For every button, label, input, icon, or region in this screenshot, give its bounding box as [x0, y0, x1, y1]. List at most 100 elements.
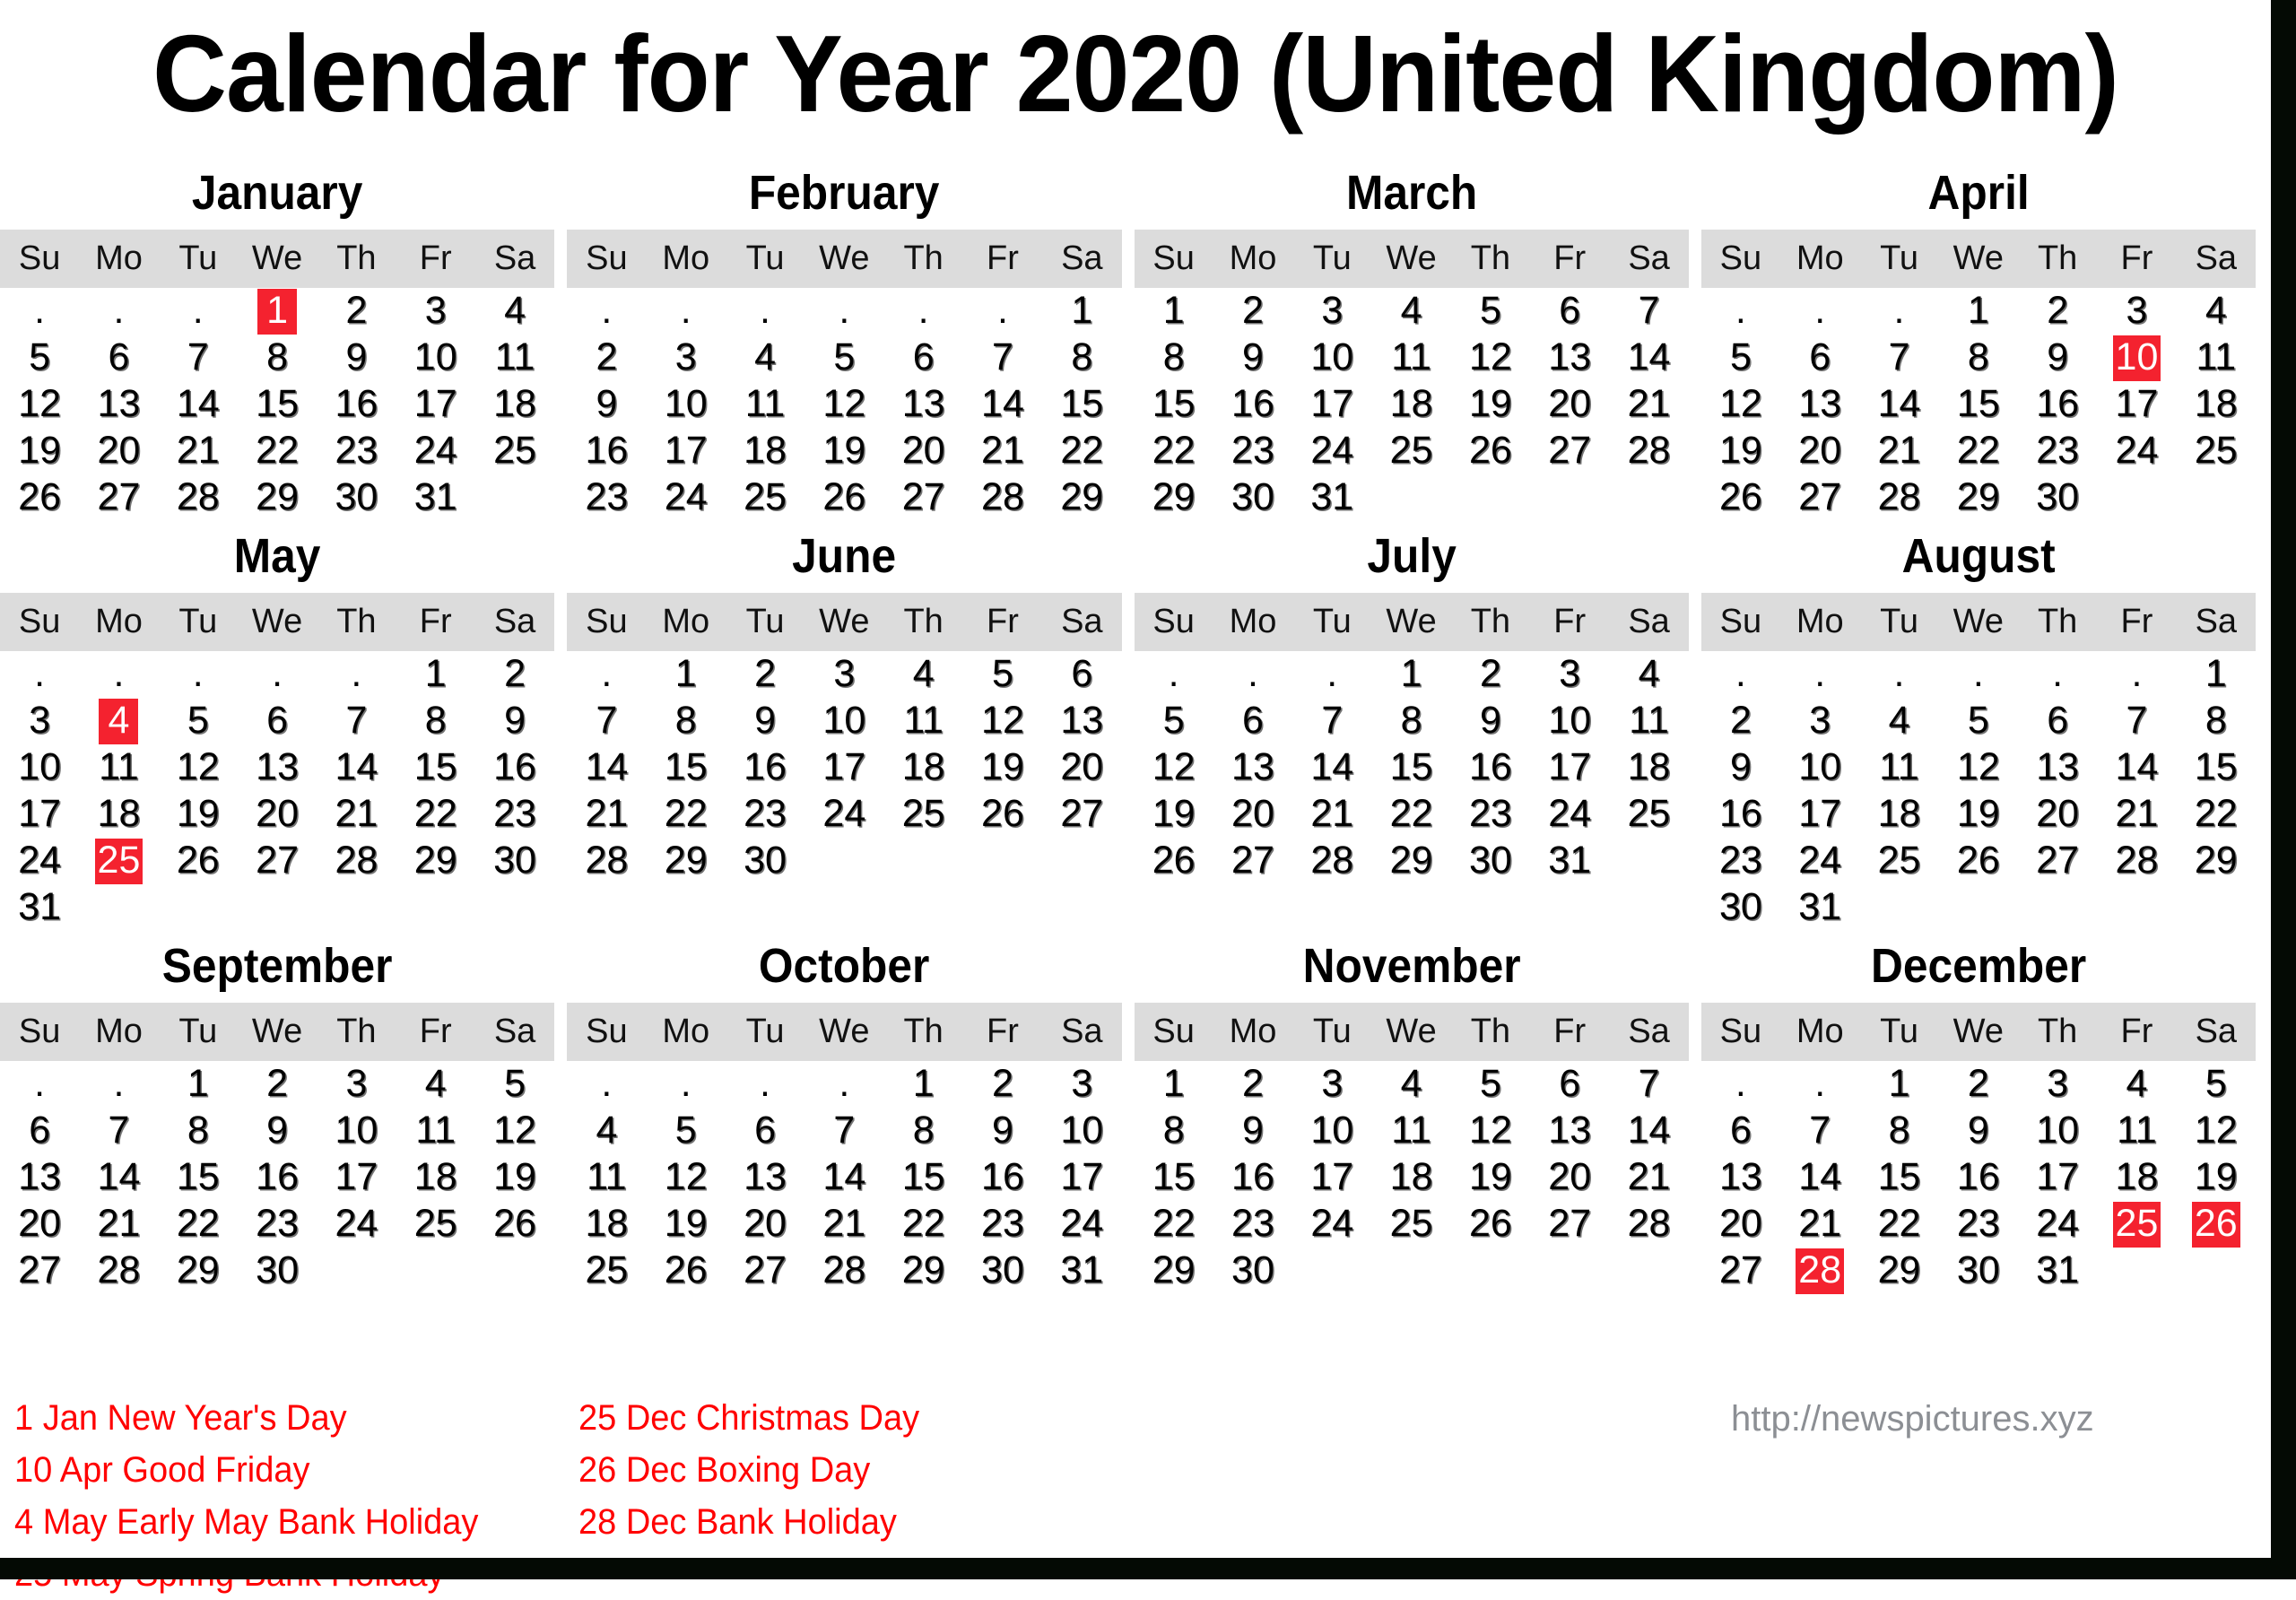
day-cell-holiday[interactable]: 10	[2097, 335, 2176, 381]
day-cell[interactable]: 18	[726, 428, 804, 474]
day-cell[interactable]: 19	[647, 1201, 726, 1248]
day-cell[interactable]: 17	[804, 744, 883, 791]
day-cell[interactable]: 18	[884, 744, 963, 791]
day-cell[interactable]: 14	[1609, 335, 1688, 381]
day-cell[interactable]: 2	[1213, 288, 1292, 335]
day-cell[interactable]: 15	[1042, 381, 1121, 428]
day-cell[interactable]: 9	[1939, 1108, 2018, 1154]
day-cell[interactable]: 13	[79, 381, 158, 428]
day-cell[interactable]: 6	[79, 335, 158, 381]
day-cell[interactable]: 19	[1939, 791, 2018, 838]
day-cell[interactable]: 11	[1371, 335, 1450, 381]
day-cell[interactable]: 4	[884, 651, 963, 698]
day-cell[interactable]: 22	[884, 1201, 963, 1248]
day-cell[interactable]: 2	[567, 335, 646, 381]
day-cell[interactable]: 19	[1451, 1154, 1530, 1201]
day-cell[interactable]: 12	[963, 698, 1042, 744]
day-cell[interactable]: 15	[159, 1154, 238, 1201]
day-cell[interactable]: 18	[2097, 1154, 2176, 1201]
day-cell[interactable]: 20	[1530, 1154, 1609, 1201]
day-cell[interactable]: 6	[1701, 1108, 1780, 1154]
day-cell[interactable]: 28	[1292, 838, 1371, 884]
day-cell[interactable]: 17	[2097, 381, 2176, 428]
day-cell[interactable]: 1	[1042, 288, 1121, 335]
day-cell[interactable]: 21	[159, 428, 238, 474]
day-cell[interactable]: 21	[1780, 1201, 1859, 1248]
day-cell[interactable]: 23	[726, 791, 804, 838]
day-cell[interactable]: 2	[726, 651, 804, 698]
day-cell-holiday[interactable]: 25	[79, 838, 158, 884]
day-cell[interactable]: 10	[1530, 698, 1609, 744]
day-cell[interactable]: 15	[238, 381, 317, 428]
day-cell[interactable]: 23	[1213, 428, 1292, 474]
day-cell[interactable]: 1	[1859, 1061, 1938, 1108]
day-cell[interactable]: 13	[1780, 381, 1859, 428]
day-cell[interactable]: 8	[396, 698, 475, 744]
day-cell[interactable]: 2	[2018, 288, 2097, 335]
day-cell[interactable]: 20	[884, 428, 963, 474]
day-cell[interactable]: 28	[2097, 838, 2176, 884]
day-cell-holiday[interactable]: 28	[1780, 1248, 1859, 1294]
day-cell[interactable]: 21	[79, 1201, 158, 1248]
day-cell[interactable]: 2	[475, 651, 554, 698]
day-cell[interactable]: 24	[804, 791, 883, 838]
day-cell[interactable]: 12	[1939, 744, 2018, 791]
day-cell[interactable]: 7	[1609, 1061, 1688, 1108]
day-cell[interactable]: 30	[1451, 838, 1530, 884]
day-cell[interactable]: 20	[1780, 428, 1859, 474]
day-cell[interactable]: 1	[1939, 288, 2018, 335]
day-cell[interactable]: 3	[317, 1061, 396, 1108]
day-cell[interactable]: 27	[1780, 474, 1859, 521]
day-cell[interactable]: 24	[317, 1201, 396, 1248]
day-cell[interactable]: 4	[1609, 651, 1688, 698]
day-cell[interactable]: 4	[2177, 288, 2256, 335]
day-cell[interactable]: 17	[1292, 381, 1371, 428]
day-cell[interactable]: 30	[317, 474, 396, 521]
day-cell[interactable]: 6	[0, 1108, 79, 1154]
day-cell[interactable]: 21	[1609, 1154, 1688, 1201]
day-cell[interactable]: 29	[1135, 1248, 1213, 1294]
day-cell[interactable]: 14	[1292, 744, 1371, 791]
day-cell[interactable]: 4	[1859, 698, 1938, 744]
day-cell[interactable]: 5	[647, 1108, 726, 1154]
day-cell[interactable]: 26	[1135, 838, 1213, 884]
day-cell[interactable]: 30	[1939, 1248, 2018, 1294]
day-cell[interactable]: 12	[0, 381, 79, 428]
day-cell[interactable]: 8	[2177, 698, 2256, 744]
day-cell[interactable]: 29	[1135, 474, 1213, 521]
day-cell[interactable]: 18	[567, 1201, 646, 1248]
day-cell[interactable]: 6	[884, 335, 963, 381]
day-cell[interactable]: 17	[1530, 744, 1609, 791]
day-cell[interactable]: 5	[159, 698, 238, 744]
day-cell[interactable]: 24	[1780, 838, 1859, 884]
day-cell[interactable]: 26	[963, 791, 1042, 838]
day-cell[interactable]: 4	[2097, 1061, 2176, 1108]
day-cell[interactable]: 23	[2018, 428, 2097, 474]
day-cell[interactable]: 7	[1609, 288, 1688, 335]
day-cell[interactable]: 7	[317, 698, 396, 744]
day-cell[interactable]: 7	[804, 1108, 883, 1154]
day-cell[interactable]: 15	[1371, 744, 1450, 791]
day-cell[interactable]: 22	[1371, 791, 1450, 838]
day-cell[interactable]: 29	[647, 838, 726, 884]
day-cell[interactable]: 19	[2177, 1154, 2256, 1201]
day-cell[interactable]: 7	[79, 1108, 158, 1154]
day-cell[interactable]: 11	[567, 1154, 646, 1201]
day-cell[interactable]: 6	[1780, 335, 1859, 381]
day-cell[interactable]: 29	[1939, 474, 2018, 521]
day-cell[interactable]: 14	[1609, 1108, 1688, 1154]
day-cell[interactable]: 29	[159, 1248, 238, 1294]
day-cell[interactable]: 15	[1135, 1154, 1213, 1201]
day-cell[interactable]: 6	[1042, 651, 1121, 698]
day-cell[interactable]: 19	[159, 791, 238, 838]
day-cell[interactable]: 10	[0, 744, 79, 791]
day-cell[interactable]: 28	[1859, 474, 1938, 521]
day-cell[interactable]: 27	[884, 474, 963, 521]
day-cell[interactable]: 26	[804, 474, 883, 521]
day-cell[interactable]: 31	[1042, 1248, 1121, 1294]
day-cell[interactable]: 14	[804, 1154, 883, 1201]
day-cell[interactable]: 27	[726, 1248, 804, 1294]
day-cell[interactable]: 3	[1042, 1061, 1121, 1108]
day-cell[interactable]: 9	[475, 698, 554, 744]
day-cell[interactable]: 7	[567, 698, 646, 744]
